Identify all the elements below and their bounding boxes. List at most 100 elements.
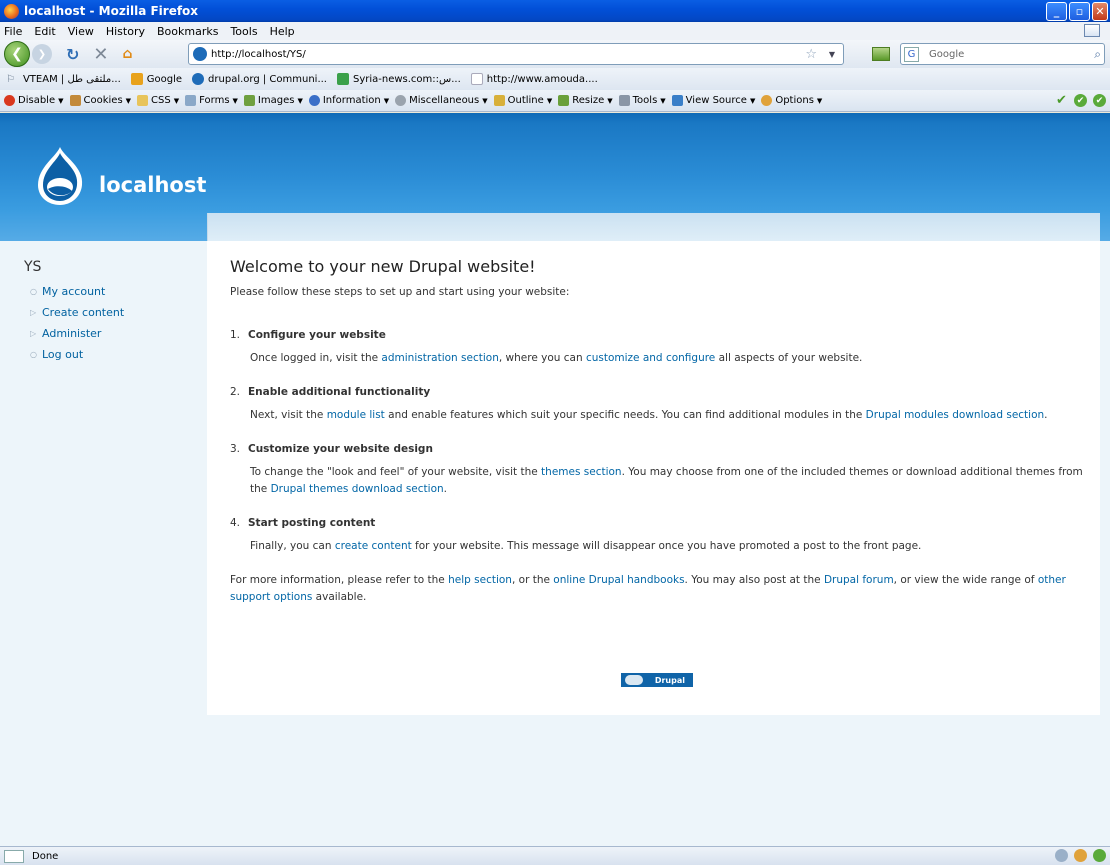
dev-options-menu[interactable]: Options ▼ [761,95,822,106]
search-input[interactable]: G Google ⌕ [900,43,1105,65]
window-title: localhost - Mozilla Firefox [24,4,199,18]
search-icon[interactable]: ⌕ [1094,47,1101,62]
validator-icon[interactable] [1093,849,1106,862]
intro-text: Please follow these steps to set up and … [230,286,570,298]
search-placeholder: Google [929,48,965,60]
sidebar-toggle-icon[interactable] [1084,24,1100,37]
bookmarks-toolbar: ⚐ VTEAM | ملتقى طل... Google drupal.org … [0,68,1110,90]
address-bar[interactable]: http://localhost/YS/ ☆ ▼ [188,43,844,65]
window-title-bar[interactable]: localhost - Mozilla Firefox _ ▫ ✕ [0,0,1110,22]
bookmark-item[interactable]: http://www.amouda.... [470,73,598,85]
menu-history[interactable]: History [106,25,145,38]
menu-view[interactable]: View [68,25,94,38]
step-body: Finally, you can create content for your… [250,540,922,552]
status-icon [4,849,24,863]
firefox-icon [4,3,19,19]
powered-by-drupal-badge[interactable]: Drupal [621,673,693,687]
setup-step: 1. Configure your website Once logged in,… [230,327,1090,367]
menu-edit[interactable]: Edit [34,25,55,38]
setup-steps-list: 1. Configure your website Once logged in,… [230,327,1090,555]
status-bar: Done [0,846,1110,865]
page-title: Welcome to your new Drupal website! [230,257,536,276]
sidebar-item-administer[interactable]: ▷ Administer [24,323,204,344]
forms-icon [185,95,197,106]
module-list-link[interactable]: module list [327,409,385,421]
bookmark-star-icon[interactable]: ☆ [805,47,817,62]
window-controls: _ ▫ ✕ [1046,2,1108,21]
html-valid-check-icon[interactable]: ✔ [1074,94,1087,107]
information-icon [308,95,320,106]
history-dropdown-icon[interactable]: ▼ [829,50,835,59]
dev-images-menu[interactable]: Images ▼ [243,95,303,106]
menu-help[interactable]: Help [270,25,295,38]
status-tray [1055,849,1106,862]
miscellaneous-icon [395,95,407,106]
sidebar-item-create-content[interactable]: ▷ Create content [24,302,204,323]
outline-icon [493,95,505,106]
step-body: Next, visit the module list and enable f… [250,409,1048,421]
help-section-link[interactable]: help section [448,574,512,586]
administration-section-link[interactable]: administration section [381,352,498,364]
back-button[interactable]: ❮ [4,41,30,67]
web-developer-toolbar: Disable ▼ Cookies ▼ CSS ▼ Forms ▼ Images ▼ In… [0,90,1110,112]
navigation-toolbar: ❮ ❯ ↻ ✕ ⌂ http://localhost/YS/ ☆ ▼ G Goo… [0,40,1110,68]
create-content-link[interactable]: create content [335,540,412,552]
user-menu-block: YS ○ My account ▷ Create content ▷ Administ… [24,259,204,365]
home-icon[interactable]: ⌂ [123,46,133,62]
dev-miscellaneous-menu[interactable]: Miscellaneous ▼ [395,95,488,106]
drupal-forum-link[interactable]: Drupal forum [824,574,894,586]
bookmarks-menu-icon[interactable]: ⚐ [6,74,15,85]
drupal-icon [192,73,205,85]
bookmark-item[interactable]: VTEAM | ملتقى طل... [23,74,121,85]
drupal-drop-icon [625,675,643,685]
step-title: Customize your website design [248,443,433,455]
customize-configure-link[interactable]: customize and configure [586,352,715,364]
bookmark-item[interactable]: Google [130,73,182,85]
reload-icon[interactable]: ↻ [66,45,79,64]
add-bookmark-icon[interactable] [872,47,890,61]
step-title: Enable additional functionality [248,386,431,398]
drupal-logo-icon[interactable] [34,145,86,207]
site-favicon-icon [193,47,207,61]
site-name[interactable]: localhost [99,173,206,197]
bookmark-item[interactable]: Syria-news.com::س... [336,73,461,85]
view-source-icon [671,95,683,106]
dev-information-menu[interactable]: Information ▼ [308,95,389,106]
bookmark-item[interactable]: drupal.org | Communi... [192,73,327,85]
extension-icon[interactable] [1074,849,1087,862]
themes-download-link[interactable]: Drupal themes download section [271,483,444,495]
minimize-button[interactable]: _ [1046,2,1067,21]
main-content: Welcome to your new Drupal website! Plea… [207,213,1100,715]
dev-css-menu[interactable]: CSS ▼ [137,95,179,106]
stop-icon[interactable]: ✕ [93,44,108,65]
validation-status: ✔ ✔ ✔ [1055,93,1106,108]
dev-disable-menu[interactable]: Disable ▼ [4,95,64,106]
dev-resize-menu[interactable]: Resize ▼ [558,95,613,106]
sidebar-item-log-out[interactable]: ○ Log out [24,344,204,365]
menu-tools[interactable]: Tools [230,25,257,38]
restore-button[interactable]: ▫ [1069,2,1090,21]
dev-cookies-menu[interactable]: Cookies ▼ [69,95,131,106]
dev-tools-menu[interactable]: Tools ▼ [618,95,666,106]
themes-section-link[interactable]: themes section [541,466,622,478]
addon-icon[interactable] [1055,849,1068,862]
drupal-handbooks-link[interactable]: online Drupal handbooks [553,574,684,586]
forward-button[interactable]: ❯ [32,44,52,64]
google-icon [130,73,143,85]
dev-view-source-menu[interactable]: View Source ▼ [671,95,755,106]
search-engine-icon[interactable]: G [904,46,919,62]
sidebar-item-my-account[interactable]: ○ My account [24,281,204,302]
setup-step: 2. Enable additional functionality Next, … [230,384,1090,424]
syria-news-icon [336,73,349,85]
css-valid-check-icon[interactable]: ✔ [1055,93,1068,108]
menu-bookmarks[interactable]: Bookmarks [157,25,218,38]
menu-bar: File Edit View History Bookmarks Tools H… [0,22,1110,40]
url-text: http://localhost/YS/ [211,48,306,60]
close-button[interactable]: ✕ [1092,2,1108,21]
menu-file[interactable]: File [4,25,22,38]
modules-download-link[interactable]: Drupal modules download section [866,409,1045,421]
js-valid-check-icon[interactable]: ✔ [1093,94,1106,107]
dev-forms-menu[interactable]: Forms ▼ [185,95,238,106]
step-title: Start posting content [248,517,376,529]
dev-outline-menu[interactable]: Outline ▼ [493,95,552,106]
